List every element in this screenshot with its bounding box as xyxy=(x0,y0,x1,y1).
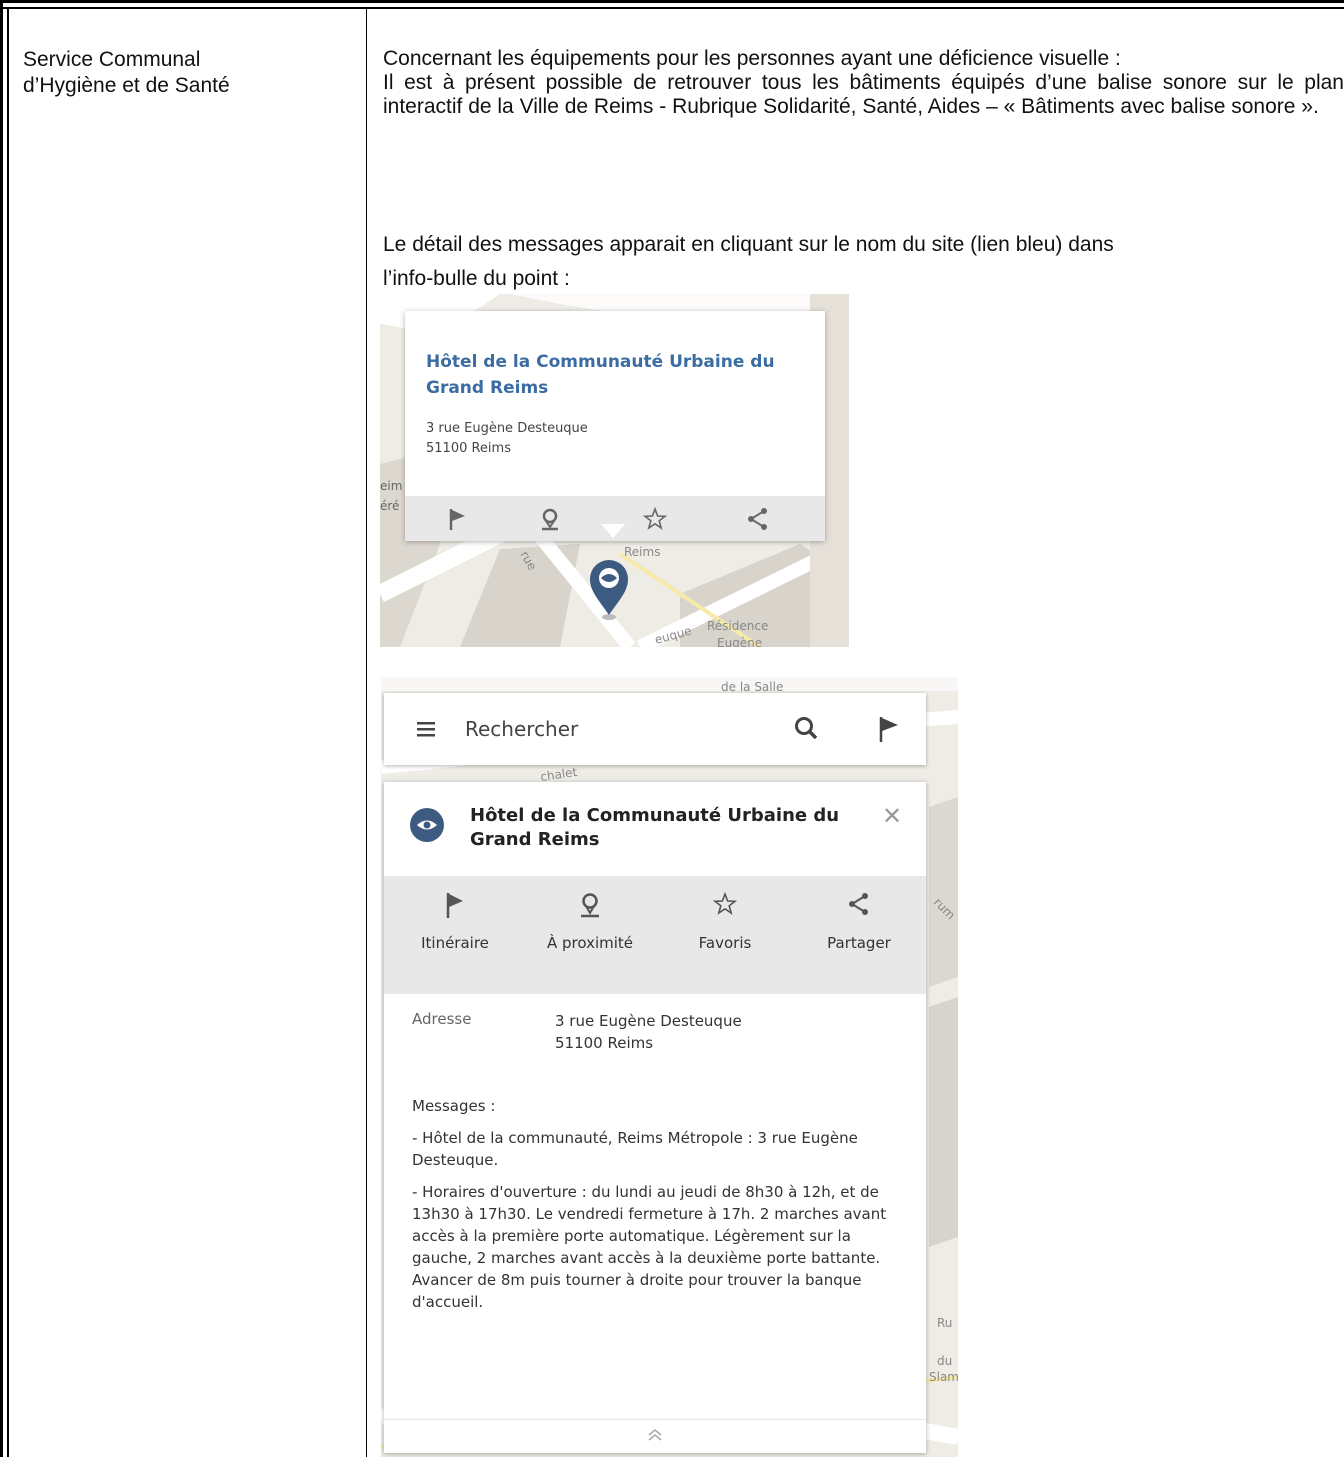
audio-beacon-icon xyxy=(410,808,444,842)
popup-pointer xyxy=(601,524,625,538)
address-line1: 3 rue Eugène Desteuque xyxy=(555,1012,742,1030)
star-icon xyxy=(712,891,738,915)
double-chevron-up-icon xyxy=(648,1428,662,1441)
site-name-link[interactable]: Hôtel de la Communauté Urbaine du Grand … xyxy=(426,349,786,401)
map-popup-screenshot: eim éré Reims Résidence Eugène rue euque… xyxy=(380,294,849,647)
detail-line2: l’info-bulle du point : xyxy=(383,267,570,290)
itinerary-button[interactable]: Itinéraire xyxy=(390,890,520,952)
messages-heading: Messages : xyxy=(412,1097,496,1115)
address-value: 3 rue Eugène Desteuque 51100 Reims xyxy=(555,1010,742,1054)
map-label-eugene: Eugène xyxy=(717,636,762,647)
popup-address: 3 rue Eugène Desteuque 51100 Reims xyxy=(426,419,588,459)
map-label-ere: éré xyxy=(380,499,399,513)
share-button[interactable]: Partager xyxy=(794,890,924,952)
itinerary-label: Itinéraire xyxy=(421,934,489,952)
messages-section: Messages : - Hôtel de la communauté, Rei… xyxy=(412,1095,907,1323)
favorites-button[interactable]: Favoris xyxy=(660,890,790,952)
nearby-pin-icon xyxy=(581,893,599,918)
panel-title: Hôtel de la Communauté Urbaine du Grand … xyxy=(470,805,840,850)
map-search-bar: Rechercher xyxy=(384,693,926,765)
favorites-label: Favoris xyxy=(698,934,752,952)
service-name-line2: d’Hygiène et de Santé xyxy=(23,74,230,97)
table-border-left-outer xyxy=(0,0,3,1457)
intro-body: Il est à présent possible de retrouver t… xyxy=(383,71,1344,118)
table-border-top-outer xyxy=(0,0,1344,3)
share-label: Partager xyxy=(827,934,891,952)
popup-address-line1: 3 rue Eugène Desteuque xyxy=(426,421,588,436)
star-icon[interactable] xyxy=(642,506,668,532)
message-1: - Hôtel de la communauté, Reims Métropol… xyxy=(412,1129,858,1169)
map-label-residence: Résidence xyxy=(707,619,768,633)
nearby-pin-icon[interactable] xyxy=(537,506,563,532)
map-label-du: du xyxy=(937,1354,952,1368)
message-2: - Horaires d'ouverture : du lundi au jeu… xyxy=(412,1183,887,1311)
search-icon[interactable] xyxy=(793,715,819,741)
service-name-line1: Service Communal xyxy=(23,48,201,71)
share-icon[interactable] xyxy=(745,506,771,532)
detail-panel-screenshot: Ru du Slam rum de la Salle chalet Recher… xyxy=(381,677,958,1457)
search-input[interactable]: Rechercher xyxy=(465,717,578,741)
nearby-label: À proximité xyxy=(546,934,634,952)
share-icon xyxy=(849,893,868,915)
detail-line1: Le détail des messages apparait en cliqu… xyxy=(383,233,1114,256)
menu-icon[interactable] xyxy=(417,721,435,737)
map-label-salle: de la Salle xyxy=(721,680,783,694)
map-marker-icon[interactable] xyxy=(586,557,632,623)
map-label-eim: eim xyxy=(380,479,402,493)
table-column-divider xyxy=(366,7,367,1457)
itinerary-flag-icon[interactable] xyxy=(877,715,901,743)
table-border-left-inner xyxy=(7,7,9,1457)
flag-icon xyxy=(446,893,463,918)
table-border-top-inner xyxy=(0,7,1344,9)
popup-address-line2: 51100 Reims xyxy=(426,441,511,456)
service-name-cell: Service Communal d’Hygiène et de Santé xyxy=(23,47,353,99)
nearby-button[interactable]: À proximité xyxy=(525,890,655,952)
panel-action-bar: Itinéraire À proximité Favoris Partager xyxy=(384,876,926,994)
map-infobubble: Hôtel de la Communauté Urbaine du Grand … xyxy=(405,311,825,541)
expand-panel-button[interactable] xyxy=(384,1419,926,1454)
site-detail-panel: Hôtel de la Communauté Urbaine du Grand … xyxy=(384,782,926,1453)
close-icon[interactable]: ✕ xyxy=(882,802,902,830)
flag-icon[interactable] xyxy=(445,506,471,532)
map-label-ru: Ru xyxy=(937,1316,952,1330)
intro-line: Concernant les équipements pour les pers… xyxy=(383,47,1121,70)
address-label: Adresse xyxy=(412,1010,472,1028)
map-label-slam: Slam xyxy=(929,1370,958,1384)
description-cell: Concernant les équipements pour les pers… xyxy=(383,47,1344,119)
detail-paragraph: Le détail des messages apparait en cliqu… xyxy=(383,233,1344,291)
address-line2: 51100 Reims xyxy=(555,1034,654,1052)
